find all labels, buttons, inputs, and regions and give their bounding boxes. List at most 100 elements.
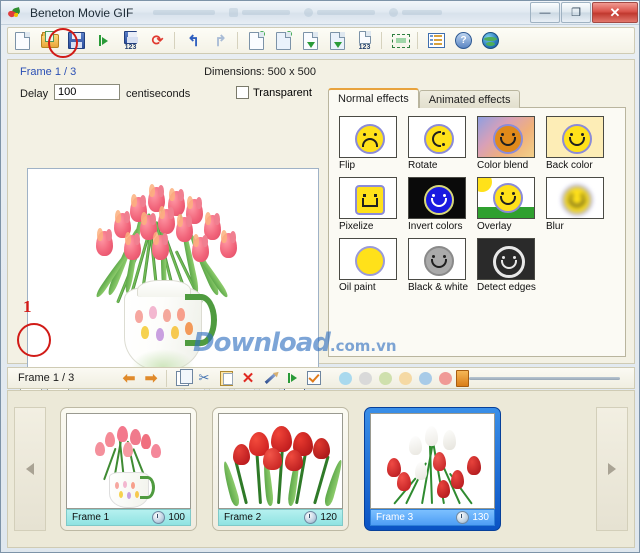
effect-rotate[interactable]: Rotate: [408, 116, 475, 171]
frame-slider[interactable]: [456, 370, 620, 387]
background-browser-tabs: [153, 8, 529, 17]
frame-label-bar: Frame 3 130: [370, 509, 495, 526]
scroll-right-button[interactable]: [596, 407, 628, 531]
effect-pixelize[interactable]: Pixelize: [339, 177, 406, 232]
effect-thumb-rotate: [408, 116, 466, 158]
palette-dot: [379, 372, 392, 385]
arrow-left-icon[interactable]: ⬅: [118, 369, 140, 387]
effect-detect-edges[interactable]: Detect edges: [477, 238, 544, 293]
effect-label: Flip: [339, 160, 406, 171]
frame-slider-track[interactable]: [469, 377, 620, 380]
new-frame-icon[interactable]: [244, 29, 269, 52]
effect-back-color[interactable]: Back color: [546, 116, 613, 171]
frame-label-bar: Frame 2 120: [218, 509, 343, 526]
move-arrow-icon[interactable]: [281, 369, 303, 387]
effects-panel: Normal effects Animated effects Flip: [328, 90, 626, 358]
effect-label: Black & white: [408, 282, 475, 293]
effect-label: Rotate: [408, 160, 475, 171]
application-window: Beneton Movie GIF — ❐ ✕ 123 ⟳ ↰ ↱: [0, 0, 640, 553]
undo-arrow-icon[interactable]: ↰: [181, 29, 206, 52]
export-arrow-icon[interactable]: [91, 29, 116, 52]
frame-card-2[interactable]: Frame 2 120: [212, 407, 349, 531]
effect-color-blend[interactable]: Color blend: [477, 116, 544, 171]
annotation-marker-1: 1: [23, 297, 32, 317]
editor-client-area: Frame 1 / 3 Dimensions: 500 x 500 Delay …: [7, 59, 635, 364]
clock-icon: [456, 511, 469, 524]
redo-arrow-icon[interactable]: ↱: [208, 29, 233, 52]
effect-thumb-flip: [339, 116, 397, 158]
frame-slider-thumb[interactable]: [456, 370, 469, 387]
resize-icon[interactable]: [388, 29, 413, 52]
effect-flip[interactable]: Flip: [339, 116, 406, 171]
effect-invert-colors[interactable]: Invert colors: [408, 177, 475, 232]
effect-blur[interactable]: Blur: [546, 177, 613, 232]
palette-dot: [339, 372, 352, 385]
properties-list-icon[interactable]: [424, 29, 449, 52]
effect-oil-paint[interactable]: Oil paint: [339, 238, 406, 293]
scroll-left-button[interactable]: [14, 407, 46, 531]
open-folder-icon[interactable]: [37, 29, 62, 52]
effect-thumb-color-blend: [477, 116, 535, 158]
frame-card-1[interactable]: Frame 1 100: [60, 407, 197, 531]
insert-sequence-icon[interactable]: 123: [352, 29, 377, 52]
floppy-save-icon[interactable]: [64, 29, 89, 52]
checkbox-icon[interactable]: [303, 369, 325, 387]
effect-label: Pixelize: [339, 221, 406, 232]
toolbar-separator: [237, 32, 238, 49]
edit-frame-icon[interactable]: [271, 29, 296, 52]
frame-thumbnail: [66, 413, 191, 509]
window-title: Beneton Movie GIF: [30, 6, 133, 20]
paste-icon[interactable]: [215, 369, 237, 387]
pencil-icon[interactable]: [259, 369, 281, 387]
effect-label: Color blend: [477, 160, 544, 171]
frame-label-bar: Frame 1 100: [66, 509, 191, 526]
title-bar: Beneton Movie GIF — ❐ ✕: [1, 1, 639, 25]
frame-card-3[interactable]: Frame 3 130: [364, 407, 501, 531]
toolbar-separator: [174, 32, 175, 49]
frame-name: Frame 1: [72, 512, 152, 523]
effect-thumb-blur: [546, 177, 604, 219]
effect-thumb-black-white: [408, 238, 466, 280]
effect-label: Back color: [546, 160, 613, 171]
delete-x-icon[interactable]: ✕: [237, 369, 259, 387]
preview-canvas[interactable]: [27, 168, 319, 380]
app-butterfly-icon: [8, 6, 22, 20]
palette-dot: [419, 372, 432, 385]
scissors-icon[interactable]: ✂: [193, 369, 215, 387]
frame-name: Frame 2: [224, 512, 304, 523]
minimize-button[interactable]: —: [530, 2, 560, 23]
delay-label: Delay: [20, 88, 48, 100]
arrow-right-icon[interactable]: ➡: [140, 369, 162, 387]
pitcher-vase: [124, 287, 202, 371]
dimensions-label: Dimensions: 500 x 500: [204, 66, 316, 78]
close-button[interactable]: ✕: [592, 2, 638, 23]
effect-label: Blur: [546, 221, 613, 232]
transparent-checkbox[interactable]: [236, 86, 249, 99]
insert-image-icon[interactable]: [298, 29, 323, 52]
refresh-icon[interactable]: ⟳: [145, 29, 170, 52]
copy-icon[interactable]: [171, 369, 193, 387]
globe-icon[interactable]: [478, 29, 503, 52]
new-document-icon[interactable]: [10, 29, 35, 52]
save-sequence-icon[interactable]: 123: [118, 29, 143, 52]
effect-black-white[interactable]: Black & white: [408, 238, 475, 293]
tab-animated-effects[interactable]: Animated effects: [419, 90, 521, 108]
maximize-button[interactable]: ❐: [561, 2, 591, 23]
frame-delay: 130: [472, 512, 489, 523]
append-image-icon[interactable]: [325, 29, 350, 52]
frame-toolbar: Frame 1 / 3 ⬅ ➡ ✂ ✕: [7, 367, 635, 389]
effects-grid: Flip Rotate Color blend: [339, 116, 625, 299]
effect-overlay[interactable]: Overlay: [477, 177, 544, 232]
effect-thumb-back-color: [546, 116, 604, 158]
effect-thumb-oil-paint: [339, 238, 397, 280]
effect-label: Invert colors: [408, 221, 475, 232]
frame-list: Frame 1 100: [52, 407, 590, 531]
delay-input[interactable]: [54, 84, 120, 100]
effect-thumb-invert: [408, 177, 466, 219]
help-question-icon[interactable]: ?: [451, 29, 476, 52]
effect-label: Oil paint: [339, 282, 406, 293]
toolbar-separator: [417, 32, 418, 49]
frame-thumbnail: [370, 413, 495, 509]
tab-normal-effects[interactable]: Normal effects: [328, 88, 419, 108]
color-palette-dots[interactable]: [339, 372, 452, 385]
